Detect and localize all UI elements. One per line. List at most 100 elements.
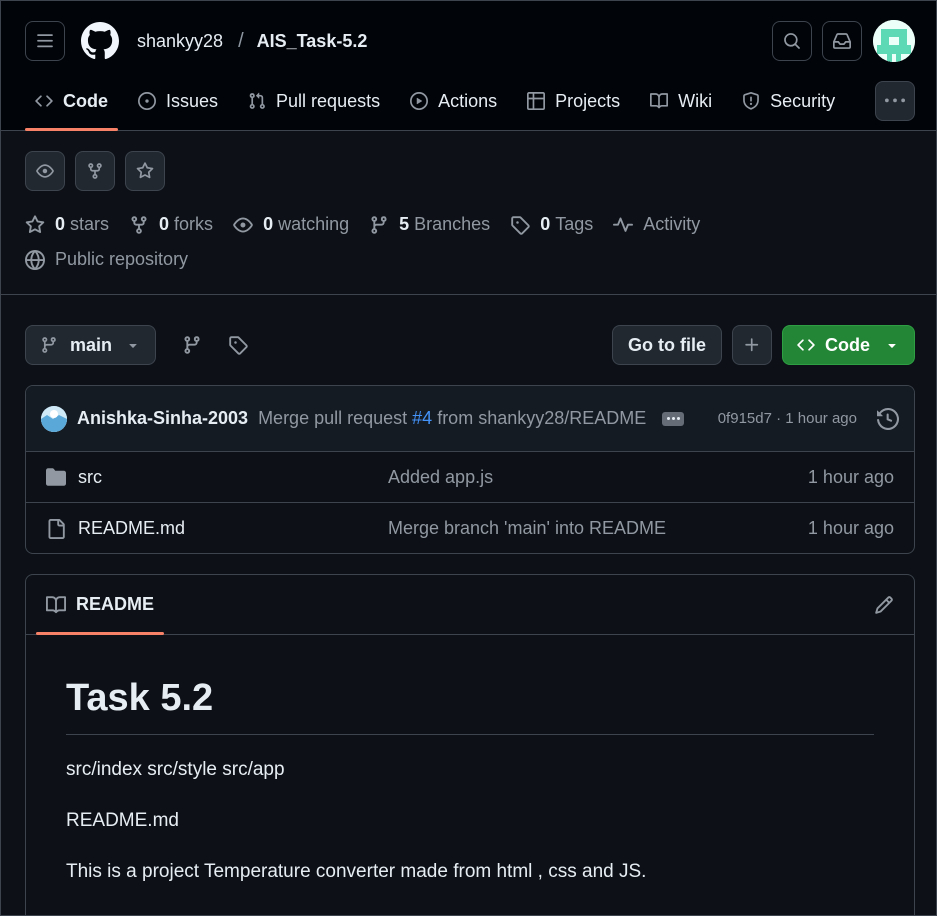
tags-link[interactable]: 0 Tags (510, 214, 593, 235)
tab-issues-label: Issues (166, 90, 219, 111)
history-icon[interactable] (877, 407, 899, 430)
table-icon (527, 92, 546, 110)
forks-link[interactable]: 0 forks (129, 214, 213, 235)
watching-link[interactable]: 0 watching (233, 214, 349, 235)
inbox-icon (833, 33, 851, 49)
shield-icon (743, 92, 760, 110)
file-row[interactable]: src Added app.js 1 hour ago (26, 452, 914, 503)
stars-link[interactable]: 0 stars (25, 214, 109, 235)
star-button[interactable] (125, 151, 165, 191)
repo-forked-icon (88, 163, 102, 179)
tab-security[interactable]: Security (732, 80, 845, 122)
folder-icon (46, 468, 66, 486)
branch-toolbar: main Go to file Code (25, 325, 915, 365)
commit-author-avatar[interactable] (41, 405, 67, 432)
file-commit-message[interactable]: Merge branch 'main' into README (388, 518, 666, 539)
readme-content: Task 5.2 src/index src/style src/app REA… (26, 635, 914, 883)
add-file-button[interactable] (732, 325, 772, 365)
github-logo-icon[interactable] (81, 22, 119, 60)
branch-selector[interactable]: main (25, 325, 156, 365)
user-avatar[interactable] (873, 20, 915, 62)
go-to-file-button[interactable]: Go to file (612, 325, 722, 365)
file-row[interactable]: README.md Merge branch 'main' into READM… (26, 503, 914, 553)
latest-commit-bar: Anishka-Sinha-2003 Merge pull request #4… (26, 386, 914, 452)
breadcrumb-owner[interactable]: shankyy28 (137, 31, 223, 52)
watch-button[interactable] (25, 151, 65, 191)
forks-count: 0 (159, 214, 170, 234)
tab-actions-label: Actions (438, 90, 498, 111)
stars-label: stars (70, 214, 110, 234)
readme-paragraph: README.md (66, 810, 179, 831)
pencil-icon (875, 595, 893, 614)
code-icon (35, 95, 53, 107)
tags-button[interactable] (228, 335, 248, 355)
file-commit-message[interactable]: Added app.js (388, 467, 493, 488)
readme-tab[interactable]: README (35, 575, 165, 635)
kebab-horizontal-icon (885, 98, 905, 103)
plus-icon (745, 338, 759, 352)
visibility-label: Public repository (55, 249, 189, 269)
activity-link[interactable]: Activity (613, 214, 700, 235)
git-branch-icon (184, 336, 200, 354)
play-icon (410, 92, 429, 110)
tab-code[interactable]: Code (25, 80, 118, 131)
watching-count: 0 (263, 214, 274, 234)
tab-pull-requests[interactable]: Pull requests (238, 80, 390, 122)
readme-paragraph: This is a project Temperature converter … (66, 861, 647, 882)
triangle-down-icon (129, 344, 137, 348)
git-pull-request-icon (249, 92, 265, 109)
issue-opened-icon (138, 92, 156, 110)
readme-header: README (26, 575, 914, 635)
commit-sha-time[interactable]: 0f915d7 · 1 hour ago (718, 410, 857, 427)
hamburger-menu-button[interactable] (25, 21, 65, 61)
star-icon (136, 162, 154, 179)
pulse-icon (613, 217, 634, 232)
watching-label: watching (278, 214, 350, 234)
file-commit-time: 1 hour ago (807, 466, 894, 487)
activity-label: Activity (643, 214, 701, 234)
pull-request-link[interactable]: #4 (412, 408, 432, 428)
eye-icon (233, 217, 253, 232)
branches-link[interactable]: 5 Branches (369, 214, 490, 235)
hamburger-icon (37, 34, 53, 48)
tags-label: Tags (555, 214, 594, 234)
more-tabs-button[interactable] (875, 81, 915, 121)
tags-count: 0 (540, 214, 551, 234)
git-branch-icon (371, 215, 387, 234)
branch-name: main (70, 334, 113, 355)
fork-button[interactable] (75, 151, 115, 191)
inbox-button[interactable] (822, 21, 862, 61)
star-icon (25, 214, 45, 233)
edit-readme-button[interactable] (874, 595, 894, 615)
repo-stats: 0 stars 0 forks 0 watching 5 Branches 0 … (25, 214, 720, 235)
branches-button[interactable] (182, 335, 202, 355)
tag-icon (229, 336, 248, 355)
tab-issues[interactable]: Issues (128, 80, 228, 122)
repo-forked-icon (131, 215, 147, 234)
expand-commit-button[interactable] (662, 411, 685, 426)
tab-wiki-label: Wiki (678, 90, 713, 111)
eye-icon (36, 164, 54, 178)
tag-icon (511, 215, 530, 235)
repo-header: shankyy28 / AIS_Task-5.2 Code Issues Pul… (0, 0, 937, 131)
breadcrumb-repo[interactable]: AIS_Task-5.2 (257, 31, 368, 52)
tab-security-label: Security (770, 90, 836, 111)
tab-projects-label: Projects (555, 90, 621, 111)
commit-message[interactable]: Merge pull request #4 from shankyy28/REA… (258, 408, 646, 429)
search-button[interactable] (772, 21, 812, 61)
stars-count: 0 (55, 214, 66, 234)
tab-wiki[interactable]: Wiki (640, 80, 722, 122)
tab-projects[interactable]: Projects (517, 80, 630, 122)
code-dropdown-button[interactable]: Code (782, 325, 915, 365)
file-name[interactable]: README.md (78, 518, 388, 539)
repo-nav-tabs: Code Issues Pull requests Actions Projec… (25, 80, 855, 131)
search-icon (784, 33, 800, 49)
tab-code-label: Code (63, 90, 108, 111)
readme-panel: README Task 5.2 src/index src/style src/… (25, 574, 915, 916)
commit-author[interactable]: Anishka-Sinha-2003 (77, 408, 248, 429)
file-browser: Anishka-Sinha-2003 Merge pull request #4… (25, 385, 915, 554)
tab-actions[interactable]: Actions (400, 80, 507, 122)
file-name[interactable]: src (78, 467, 388, 488)
branches-label: Branches (414, 214, 491, 234)
readme-tab-label: README (76, 594, 155, 614)
